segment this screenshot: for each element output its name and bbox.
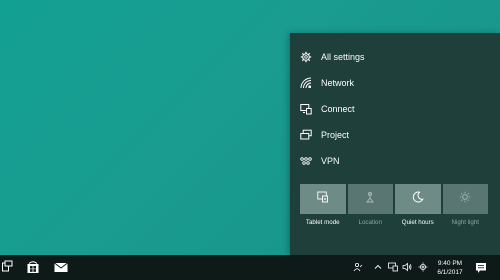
all-settings-label: All settings [321, 52, 365, 62]
project-icon [300, 129, 312, 141]
people-icon[interactable] [353, 262, 363, 272]
taskbar: 9:40 PM 6/1/2017 [0, 255, 500, 280]
volume-icon[interactable] [402, 262, 412, 272]
connect-item[interactable]: Connect [290, 96, 500, 122]
clock-time: 9:40 PM [437, 260, 463, 267]
task-view-icon[interactable] [2, 260, 16, 274]
night-light-label: Night light [451, 219, 479, 226]
location-icon [364, 190, 376, 208]
night-light-button[interactable] [442, 184, 488, 214]
quiet-hours-button[interactable] [395, 184, 441, 214]
chevron-up-icon[interactable] [373, 262, 383, 272]
notification-center-icon[interactable] [475, 261, 487, 273]
tablet-mode-button[interactable] [300, 184, 346, 214]
brightness-icon [459, 190, 471, 208]
store-icon[interactable] [26, 260, 40, 274]
quick-actions-labels: Tablet mode Location Quiet hours Night l… [300, 219, 500, 226]
clock[interactable]: 9:40 PM 6/1/2017 [432, 259, 468, 277]
connect-icon [300, 103, 312, 115]
network-label: Network [321, 78, 355, 88]
network-icon [300, 77, 312, 89]
action-center-list: All settings Network Connect Project VPN [290, 44, 500, 174]
vpn-label: VPN [321, 156, 340, 166]
clock-date: 6/1/2017 [437, 269, 463, 276]
network-item[interactable]: Network [290, 70, 500, 96]
gear-icon [300, 51, 312, 63]
vpn-item[interactable]: VPN [290, 148, 500, 174]
mail-icon[interactable] [54, 260, 68, 274]
project-label: Project [321, 130, 350, 140]
quick-actions-row [300, 184, 500, 214]
all-settings-item[interactable]: All settings [290, 44, 500, 70]
connect-label: Connect [321, 104, 355, 114]
moon-icon [412, 190, 424, 208]
settings-icon[interactable] [418, 262, 428, 272]
location-label: Location [358, 219, 382, 226]
action-icon[interactable] [388, 262, 398, 272]
project-item[interactable]: Project [290, 122, 500, 148]
action-center-panel: All settings Network Connect Project VPN [290, 33, 500, 255]
location-button[interactable] [347, 184, 393, 214]
vpn-icon [300, 155, 312, 167]
tablet-mode-icon [317, 190, 329, 208]
quiet-hours-label: Quiet hours [401, 219, 434, 226]
tablet-mode-label: Tablet mode [305, 219, 340, 226]
